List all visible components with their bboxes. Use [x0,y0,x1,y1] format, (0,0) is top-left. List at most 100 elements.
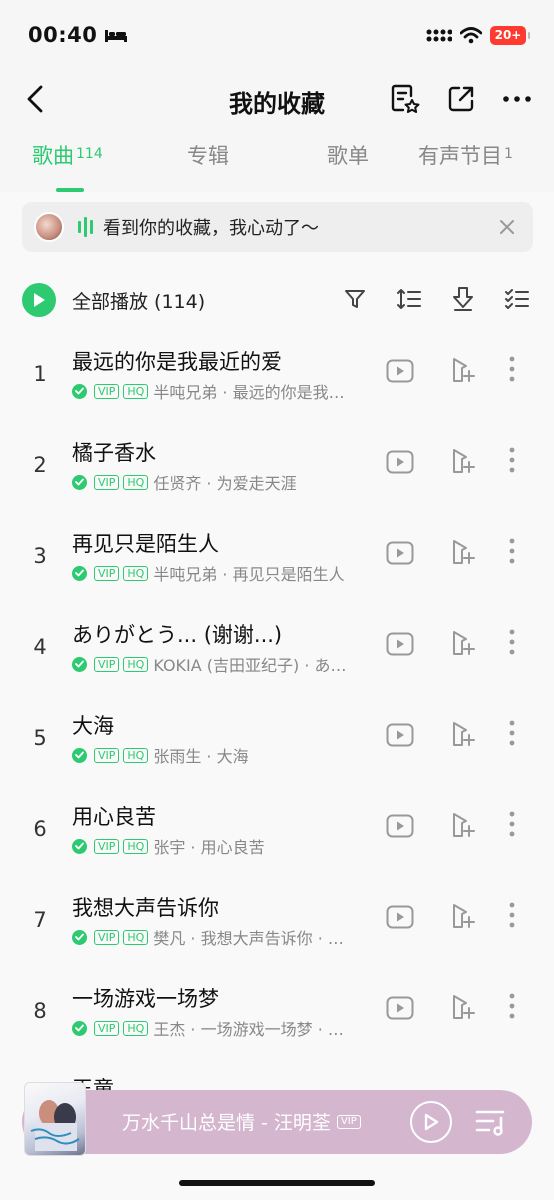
multi-select-button[interactable] [502,284,532,314]
song-artist-album: 张雨生 · 大海 [153,747,249,766]
song-row[interactable]: 7 我想大声告诉你 VIP HQ 樊凡 · 我想大声告诉你 · … [0,878,554,969]
tab-playlists-label: 歌单 [327,144,369,168]
song-title: 橘子香水 [72,441,156,465]
manage-collection-button[interactable] [388,82,422,116]
filter-icon [345,290,365,308]
song-more-button[interactable] [500,627,524,657]
song-index: 1 [33,362,47,386]
song-meta: VIP HQ 半吨兄弟 · 再见只是陌生人 [72,561,376,585]
song-row[interactable]: 3 再见只是陌生人 VIP HQ 半吨兄弟 · 再见只是陌生人 [0,514,554,605]
song-row[interactable]: 2 橘子香水 VIP HQ 任贤齐 · 为爱走天涯 [0,423,554,514]
sort-button[interactable] [394,284,424,314]
album-art-image [30,1100,80,1151]
more-vertical-icon [509,720,515,746]
add-to-playlist-icon [453,631,475,655]
status-time-text: 00:40 [28,23,98,47]
banner-close-button[interactable] [495,215,519,239]
song-artist-album: 樊凡 · 我想大声告诉你 · … [153,929,344,948]
list-star-icon [391,84,420,113]
add-to-playlist-button[interactable] [448,719,478,749]
back-button[interactable] [18,82,52,116]
mv-button[interactable] [385,902,415,932]
song-index: 2 [33,453,47,477]
more-options-button[interactable] [500,82,534,116]
play-all-label[interactable]: 全部播放 (114) [72,287,205,314]
add-to-playlist-button[interactable] [448,901,478,931]
mv-button[interactable] [385,447,415,477]
mv-button[interactable] [385,629,415,659]
download-icon [453,287,473,311]
content-area: 看到你的收藏，我心动了～ 全部播放 (114) 1 最远的你是我最近的爱 VIP… [0,192,554,1200]
hq-tag: HQ [123,1020,149,1036]
tab-songs[interactable]: 歌曲 114 [0,140,138,194]
add-to-playlist-button[interactable] [448,355,478,385]
downloaded-check-icon [72,474,87,490]
mv-button[interactable] [385,720,415,750]
song-index: 5 [33,726,47,750]
song-more-button[interactable] [500,718,524,748]
song-artist-album: KOKIA (吉田亚纪子) · あ… [153,656,347,675]
video-play-icon [386,359,414,383]
tab-audio-programs-count: 1 [504,146,513,162]
battery-indicator: 20+ [490,25,530,45]
mv-button[interactable] [385,538,415,568]
add-to-playlist-button[interactable] [448,992,478,1022]
sound-wave-icon [78,217,93,237]
download-button[interactable] [448,284,478,314]
now-playing-title[interactable]: 万水千山总是情 - 汪明荃 VIP [122,1108,361,1135]
song-row[interactable]: 8 一场游戏一场梦 VIP HQ 王杰 · 一场游戏一场梦 · … [0,969,554,1060]
add-to-playlist-button[interactable] [448,446,478,476]
tab-playlists[interactable]: 歌单 [278,140,418,194]
downloaded-check-icon [72,747,87,763]
song-index: 8 [33,999,47,1023]
song-title: ありがとう... (谢谢...) [72,623,283,647]
mv-button[interactable] [385,356,415,386]
song-index: 7 [33,908,47,932]
song-index: 6 [33,817,47,841]
song-more-button[interactable] [500,354,524,384]
tab-audio-programs[interactable]: 有声节目 1 [418,140,554,194]
share-button[interactable] [444,82,478,116]
chevron-left-icon [27,85,43,113]
play-all-button[interactable] [22,283,56,317]
song-row[interactable]: 5 大海 VIP HQ 张雨生 · 大海 [0,696,554,787]
album-cover[interactable] [24,1082,86,1156]
song-meta: VIP HQ 王杰 · 一场游戏一场梦 · … [72,1016,376,1040]
add-to-playlist-button[interactable] [448,537,478,567]
song-more-button[interactable] [500,900,524,930]
song-row[interactable]: 4 ありがとう... (谢谢...) VIP HQ KOKIA (吉田亚纪子) … [0,605,554,696]
collection-banner[interactable]: 看到你的收藏，我心动了～ [22,202,533,252]
video-play-icon [386,996,414,1020]
more-vertical-icon [509,629,515,655]
song-more-button[interactable] [500,536,524,566]
hq-tag: HQ [123,747,149,763]
bed-icon [105,30,128,42]
play-icon [34,293,45,307]
add-to-playlist-icon [453,904,475,928]
mini-player[interactable]: 万水千山总是情 - 汪明荃 VIP [22,1082,532,1156]
tab-albums[interactable]: 专辑 [138,140,278,194]
vip-tag: VIP [94,929,120,945]
song-more-button[interactable] [500,991,524,1021]
playlist-queue-button[interactable] [474,1106,508,1138]
home-indicator[interactable] [179,1180,375,1186]
filter-button[interactable] [340,284,370,314]
close-icon [500,220,514,234]
player-play-button[interactable] [410,1101,452,1143]
song-more-button[interactable] [500,445,524,475]
song-more-button[interactable] [500,809,524,839]
song-row[interactable]: 6 用心良苦 VIP HQ 张宇 · 用心良苦 [0,787,554,878]
wifi-icon [460,26,482,43]
share-icon [448,86,474,112]
song-row[interactable]: 1 最远的你是我最近的爱 VIP HQ 半吨兄弟 · 最远的你是我… [0,332,554,423]
mv-button[interactable] [385,993,415,1023]
video-play-icon [386,905,414,929]
add-to-playlist-button[interactable] [448,628,478,658]
downloaded-check-icon [72,838,87,854]
mv-button[interactable] [385,811,415,841]
add-to-playlist-button[interactable] [448,810,478,840]
song-meta: VIP HQ KOKIA (吉田亚纪子) · あ… [72,652,376,676]
hq-tag: HQ [123,474,149,490]
hq-tag: HQ [123,929,149,945]
song-title: 我想大声告诉你 [72,896,219,920]
